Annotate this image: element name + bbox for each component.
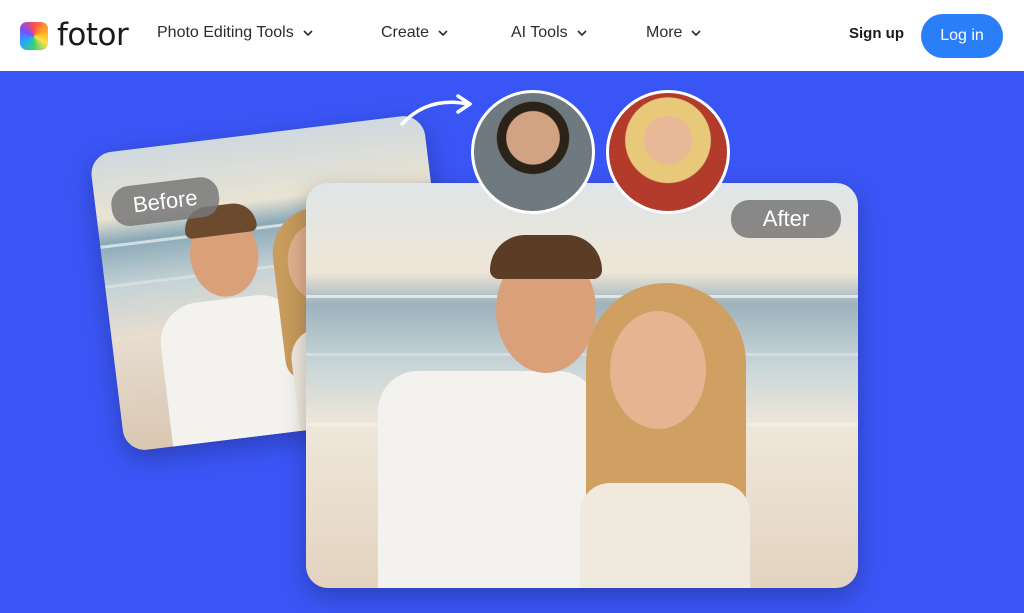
man-shirt <box>378 371 598 588</box>
sign-up-link[interactable]: Sign up <box>849 25 904 42</box>
nav-item-label: AI Tools <box>511 24 568 41</box>
chevron-down-icon <box>303 30 313 37</box>
nav-ai-tools[interactable]: AI Tools <box>511 24 588 42</box>
brand-name: fotor <box>57 17 129 53</box>
chevron-down-icon <box>691 30 702 37</box>
woman-dress <box>580 483 750 588</box>
nav-item-label: Create <box>381 24 430 41</box>
source-face-avatar <box>471 90 595 214</box>
after-photo-card: After <box>306 183 858 588</box>
woman-face <box>610 311 706 429</box>
top-navigation: fotor Photo Editing Tools Create AI Tool… <box>0 0 1024 71</box>
curved-arrow-icon <box>400 94 472 126</box>
nav-item-label: More <box>646 24 683 41</box>
after-label: After <box>731 200 841 238</box>
nav-create[interactable]: Create <box>381 24 449 42</box>
nav-photo-editing-tools[interactable]: Photo Editing Tools <box>157 24 314 42</box>
fotor-logo-icon <box>20 21 48 50</box>
fotor-logo[interactable]: fotor <box>20 17 129 53</box>
log-in-button[interactable]: Log in <box>921 14 1003 58</box>
chevron-down-icon <box>577 30 587 37</box>
man-hair <box>490 235 602 279</box>
chevron-down-icon <box>438 30 448 37</box>
target-face-avatar <box>606 90 730 214</box>
nav-item-label: Photo Editing Tools <box>157 24 294 41</box>
nav-more[interactable]: More <box>646 24 702 42</box>
